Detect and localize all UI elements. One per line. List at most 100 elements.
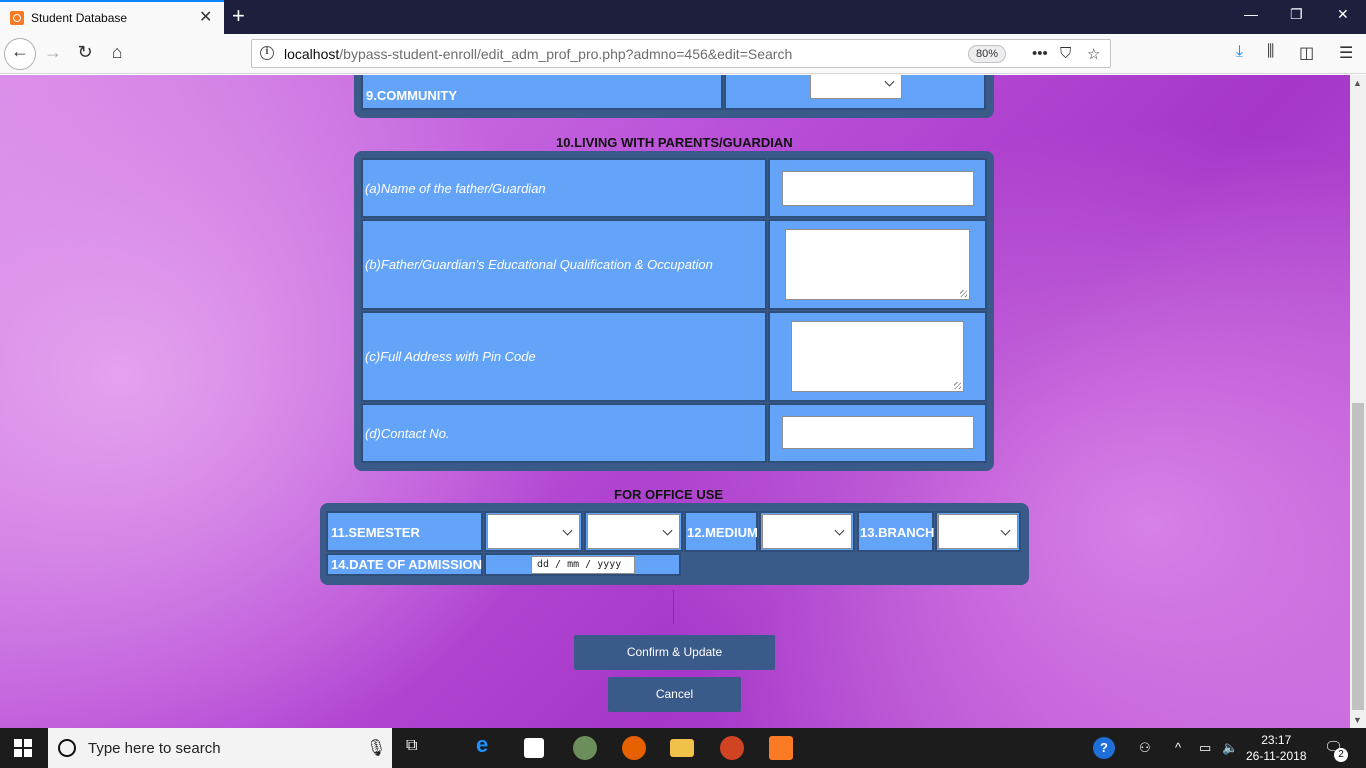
- microphone-icon[interactable]: 🎙: [366, 738, 386, 758]
- page-actions-icon[interactable]: •••: [1032, 45, 1048, 62]
- community-input-cell: [724, 75, 986, 110]
- father-name-label-cell: (a)Name of the father/Guardian: [361, 158, 767, 218]
- firefox-icon[interactable]: [622, 736, 646, 760]
- scroll-thumb[interactable]: [1352, 403, 1364, 710]
- parents-panel: (a)Name of the father/Guardian (b)Father…: [354, 151, 994, 471]
- minimize-icon[interactable]: —: [1244, 6, 1258, 22]
- medium-label-cell: 12.MEDIUM: [684, 511, 758, 552]
- page-scrollbar[interactable]: ▲ ▼: [1350, 75, 1366, 728]
- contact-label-cell: (d)Contact No.: [361, 403, 767, 463]
- download-icon[interactable]: ⤓: [1236, 43, 1243, 61]
- parents-heading: 10.LIVING WITH PARENTS/GUARDIAN: [556, 135, 793, 150]
- close-window-icon[interactable]: ✕: [1337, 6, 1349, 23]
- cortana-icon: [58, 739, 76, 757]
- father-qual-input-cell: [768, 219, 987, 310]
- father-qual-label-cell: (b)Father/Guardian's Educational Qualifi…: [361, 219, 767, 310]
- task-view-icon[interactable]: ⧉: [406, 737, 417, 755]
- xampp-icon[interactable]: [769, 736, 793, 760]
- windows-taskbar: Type here to search 🎙 ⧉ e ? ⚇ ^ ▭ 🔈 23:1…: [0, 728, 1366, 768]
- home-icon[interactable]: ⌂: [105, 42, 129, 63]
- sidebar-icon[interactable]: ◫: [1299, 43, 1314, 63]
- resize-grip-icon[interactable]: [954, 382, 961, 389]
- father-name-label: (a)Name of the father/Guardian: [365, 181, 546, 196]
- back-arrow-icon: ←: [11, 41, 29, 61]
- semester-select-2-cell: [584, 511, 683, 552]
- scroll-down-icon[interactable]: ▼: [1353, 715, 1362, 725]
- reload-icon[interactable]: ↻: [73, 42, 97, 63]
- notification-badge: 2: [1334, 748, 1348, 762]
- xampp-favicon-icon: [10, 11, 24, 25]
- tab-title: Student Database: [31, 11, 128, 25]
- nav-bar: ← → ↻ ⌂ i localhost/bypass-student-enrol…: [0, 34, 1366, 74]
- help-icon[interactable]: ?: [1093, 737, 1115, 759]
- office-panel: 11.SEMESTER 12.MEDIUM 13.BRANCH 14.DATE …: [320, 503, 1029, 585]
- community-label: 9.COMMUNITY: [366, 88, 457, 103]
- text-cursor-divider: [673, 590, 674, 624]
- community-label-cell: 9.COMMUNITY: [361, 75, 723, 110]
- new-tab-icon[interactable]: +: [232, 3, 245, 29]
- community-panel: 9.COMMUNITY: [354, 75, 994, 118]
- father-qual-textarea[interactable]: [785, 229, 970, 300]
- forward-arrow-icon[interactable]: →: [41, 42, 65, 63]
- confirm-update-button[interactable]: Confirm & Update: [574, 635, 775, 670]
- store-icon[interactable]: [524, 738, 544, 758]
- windows-start-icon[interactable]: [14, 739, 32, 757]
- clock-date: 26-11-2018: [1246, 749, 1307, 763]
- address-label: (c)Full Address with Pin Code: [365, 349, 536, 364]
- close-tab-icon[interactable]: ✕: [199, 7, 212, 27]
- cancel-button[interactable]: Cancel: [608, 677, 741, 712]
- semester-select-cell: [484, 511, 583, 552]
- page-content: 9.COMMUNITY 10.LIVING WITH PARENTS/GUARD…: [0, 75, 1350, 728]
- back-button[interactable]: ←: [4, 38, 36, 70]
- admission-date-input-cell: dd / mm / yyyy: [484, 553, 681, 576]
- tab-bar: Student Database ✕ + — ❐ ✕: [0, 0, 1366, 34]
- branch-label: 13.BRANCH: [860, 525, 935, 540]
- semester-label-cell: 11.SEMESTER: [326, 511, 483, 552]
- community-select[interactable]: [810, 75, 902, 99]
- menu-icon[interactable]: ☰: [1339, 43, 1353, 63]
- address-textarea[interactable]: [791, 321, 964, 392]
- medium-label: 12.MEDIUM: [687, 525, 758, 540]
- tab-student-database[interactable]: Student Database ✕: [0, 0, 224, 34]
- branch-label-cell: 13.BRANCH: [857, 511, 934, 552]
- father-name-input[interactable]: [782, 171, 974, 206]
- contact-label: (d)Contact No.: [365, 426, 450, 441]
- bookmark-star-icon[interactable]: ☆: [1087, 45, 1100, 63]
- address-label-cell: (c)Full Address with Pin Code: [361, 311, 767, 402]
- admission-date-label-cell: 14.DATE OF ADMISSION: [326, 553, 483, 576]
- url-text: localhost/bypass-student-enroll/edit_adm…: [284, 46, 793, 62]
- presentation-app-icon[interactable]: [720, 736, 744, 760]
- people-icon[interactable]: ⚇: [1139, 740, 1151, 756]
- semester-select-2[interactable]: [587, 514, 680, 549]
- semester-select[interactable]: [487, 514, 580, 549]
- address-input-cell: [768, 311, 987, 402]
- taskbar-search-placeholder: Type here to search: [88, 740, 221, 757]
- scroll-up-icon[interactable]: ▲: [1353, 78, 1362, 88]
- father-name-input-cell: [768, 158, 987, 218]
- medium-select-cell: [759, 511, 855, 552]
- clock-time: 23:17: [1261, 733, 1292, 747]
- evernote-icon[interactable]: [573, 736, 597, 760]
- admission-date-input[interactable]: dd / mm / yyyy: [531, 556, 635, 574]
- office-heading: FOR OFFICE USE: [614, 487, 724, 502]
- file-explorer-icon[interactable]: [670, 739, 694, 757]
- contact-input[interactable]: [782, 416, 974, 449]
- edge-icon[interactable]: e: [476, 732, 500, 757]
- battery-icon[interactable]: ▭: [1199, 740, 1211, 756]
- medium-select[interactable]: [762, 514, 852, 549]
- library-icon[interactable]: ⫼: [1267, 43, 1274, 61]
- info-icon[interactable]: i: [260, 46, 274, 60]
- pocket-icon[interactable]: ⛉: [1060, 45, 1071, 62]
- branch-select-cell: [935, 511, 1021, 552]
- zoom-indicator[interactable]: 80%: [968, 45, 1006, 63]
- semester-label: 11.SEMESTER: [331, 525, 420, 540]
- branch-select[interactable]: [938, 514, 1018, 549]
- volume-icon[interactable]: 🔈: [1222, 740, 1238, 756]
- show-hidden-icons-icon[interactable]: ^: [1175, 740, 1181, 755]
- restore-icon[interactable]: ❐: [1290, 6, 1303, 23]
- taskbar-clock[interactable]: 23:17 26-11-2018: [1246, 732, 1307, 764]
- taskbar-search-box[interactable]: Type here to search 🎙: [48, 728, 392, 768]
- father-qual-label: (b)Father/Guardian's Educational Qualifi…: [365, 257, 713, 272]
- resize-grip-icon[interactable]: [960, 290, 967, 297]
- url-bar[interactable]: i localhost/bypass-student-enroll/edit_a…: [251, 39, 1111, 68]
